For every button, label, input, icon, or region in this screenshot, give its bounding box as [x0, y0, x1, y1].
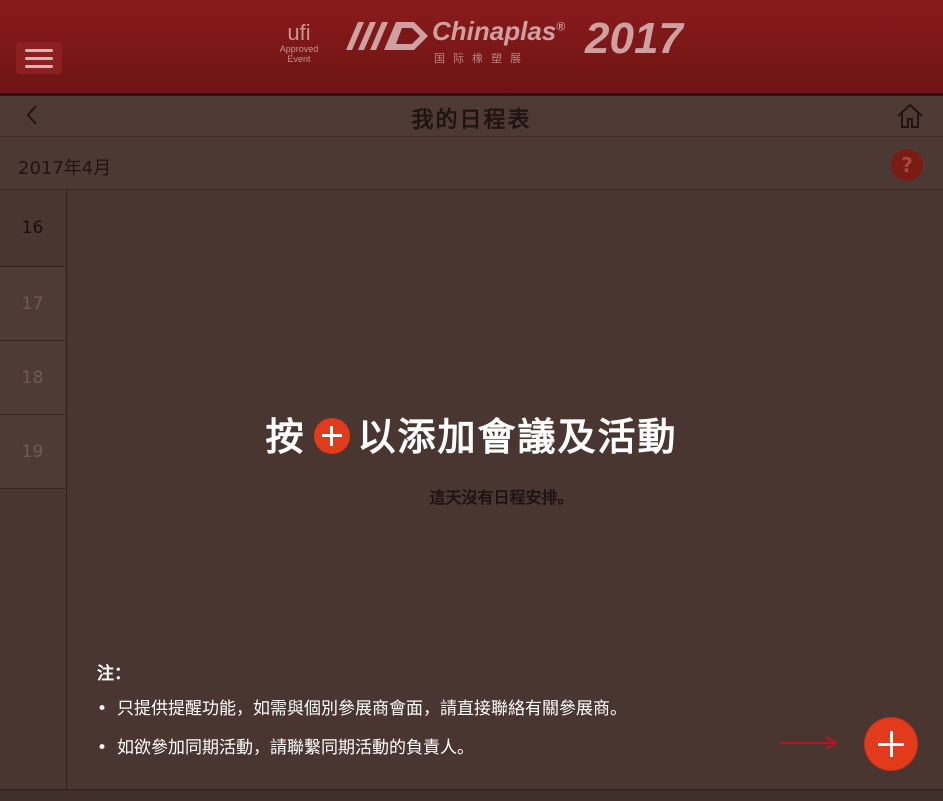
arrow-right-icon — [780, 736, 838, 750]
ufi-logo: ufi Approved Event — [268, 20, 330, 65]
ufi-caption: Approved Event — [279, 44, 319, 64]
chinaplas-logo-year: 2017 — [585, 14, 683, 63]
menu-button[interactable] — [16, 42, 62, 74]
home-icon[interactable] — [896, 103, 924, 129]
ufi-mark: ufi — [287, 20, 311, 45]
add-hint: 按 以添加會議及活動 — [0, 406, 943, 461]
help-button[interactable]: ? — [891, 149, 923, 181]
day-tab-17[interactable]: 17 — [0, 267, 65, 341]
note-item: 只提供提醒功能，如需與個別參展商會面，請直接聯絡有關參展商。 — [97, 694, 627, 719]
question-icon: ? — [901, 153, 913, 177]
notes-title: 注： — [97, 664, 131, 684]
day-tab-18[interactable]: 18 — [0, 341, 65, 415]
note-item: 如欲參加同期活動，請聯繫同期活動的負責人。 — [97, 733, 627, 758]
hamburger-icon — [25, 48, 53, 52]
month-label: 2017年4月 — [18, 158, 112, 179]
chinaplas-logo-text: Chinaplas® — [432, 16, 566, 46]
day-tab-16[interactable]: 16 — [0, 190, 65, 267]
bottom-border — [0, 789, 943, 801]
hint-prefix: 按 — [265, 415, 306, 459]
page-title: 我的日程表 — [411, 108, 532, 133]
plus-icon — [313, 417, 350, 454]
hint-suffix: 以添加會議及活動 — [357, 415, 678, 459]
chinaplas-logo-subtitle: 国际橡塑展 — [434, 52, 529, 65]
month-bar: 2017年4月 — [0, 137, 943, 190]
chinaplas-mark-icon — [346, 22, 428, 50]
header-banner: ufi Approved Event Chinaplas® 国际橡塑展 2017 — [0, 0, 943, 96]
add-event-button[interactable] — [865, 718, 917, 770]
title-bar: 我的日程表 — [0, 96, 943, 137]
empty-schedule-message: 這天沒有日程安排。 — [429, 488, 574, 507]
notes-section: 注： 只提供提醒功能，如需與個別參展商會面，請直接聯絡有關參展商。 如欲參加同期… — [97, 659, 627, 772]
